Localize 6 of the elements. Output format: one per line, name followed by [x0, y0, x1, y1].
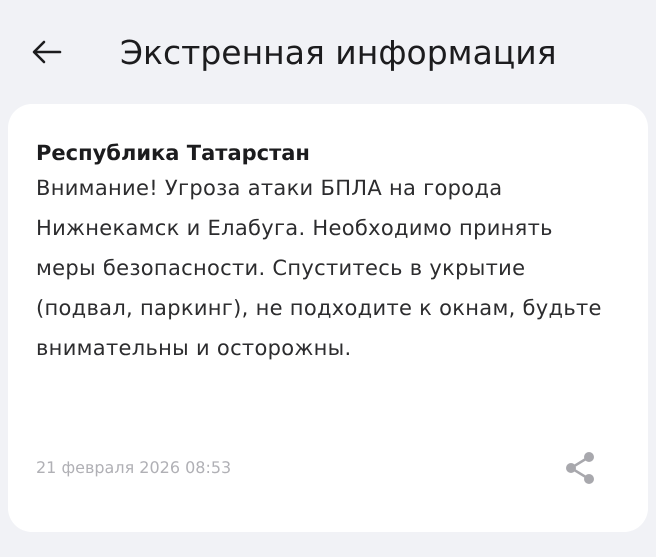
timestamp: 21 февраля 2026 08:53 — [36, 457, 232, 479]
message-text: Внимание! Угроза атаки БПЛА на города Нижнекамск и Елабуга. Необходимо принять меры безопасности. Спуститесь в укрытие (подвал, паркинг), не подходите к окнам, будьте внимательны и осторожны. — [36, 175, 603, 362]
region-title: Республика Татарстан — [36, 140, 311, 167]
back-arrow-icon — [32, 40, 62, 64]
share-icon — [564, 451, 596, 485]
page-title: Экстренная информация — [120, 36, 557, 68]
